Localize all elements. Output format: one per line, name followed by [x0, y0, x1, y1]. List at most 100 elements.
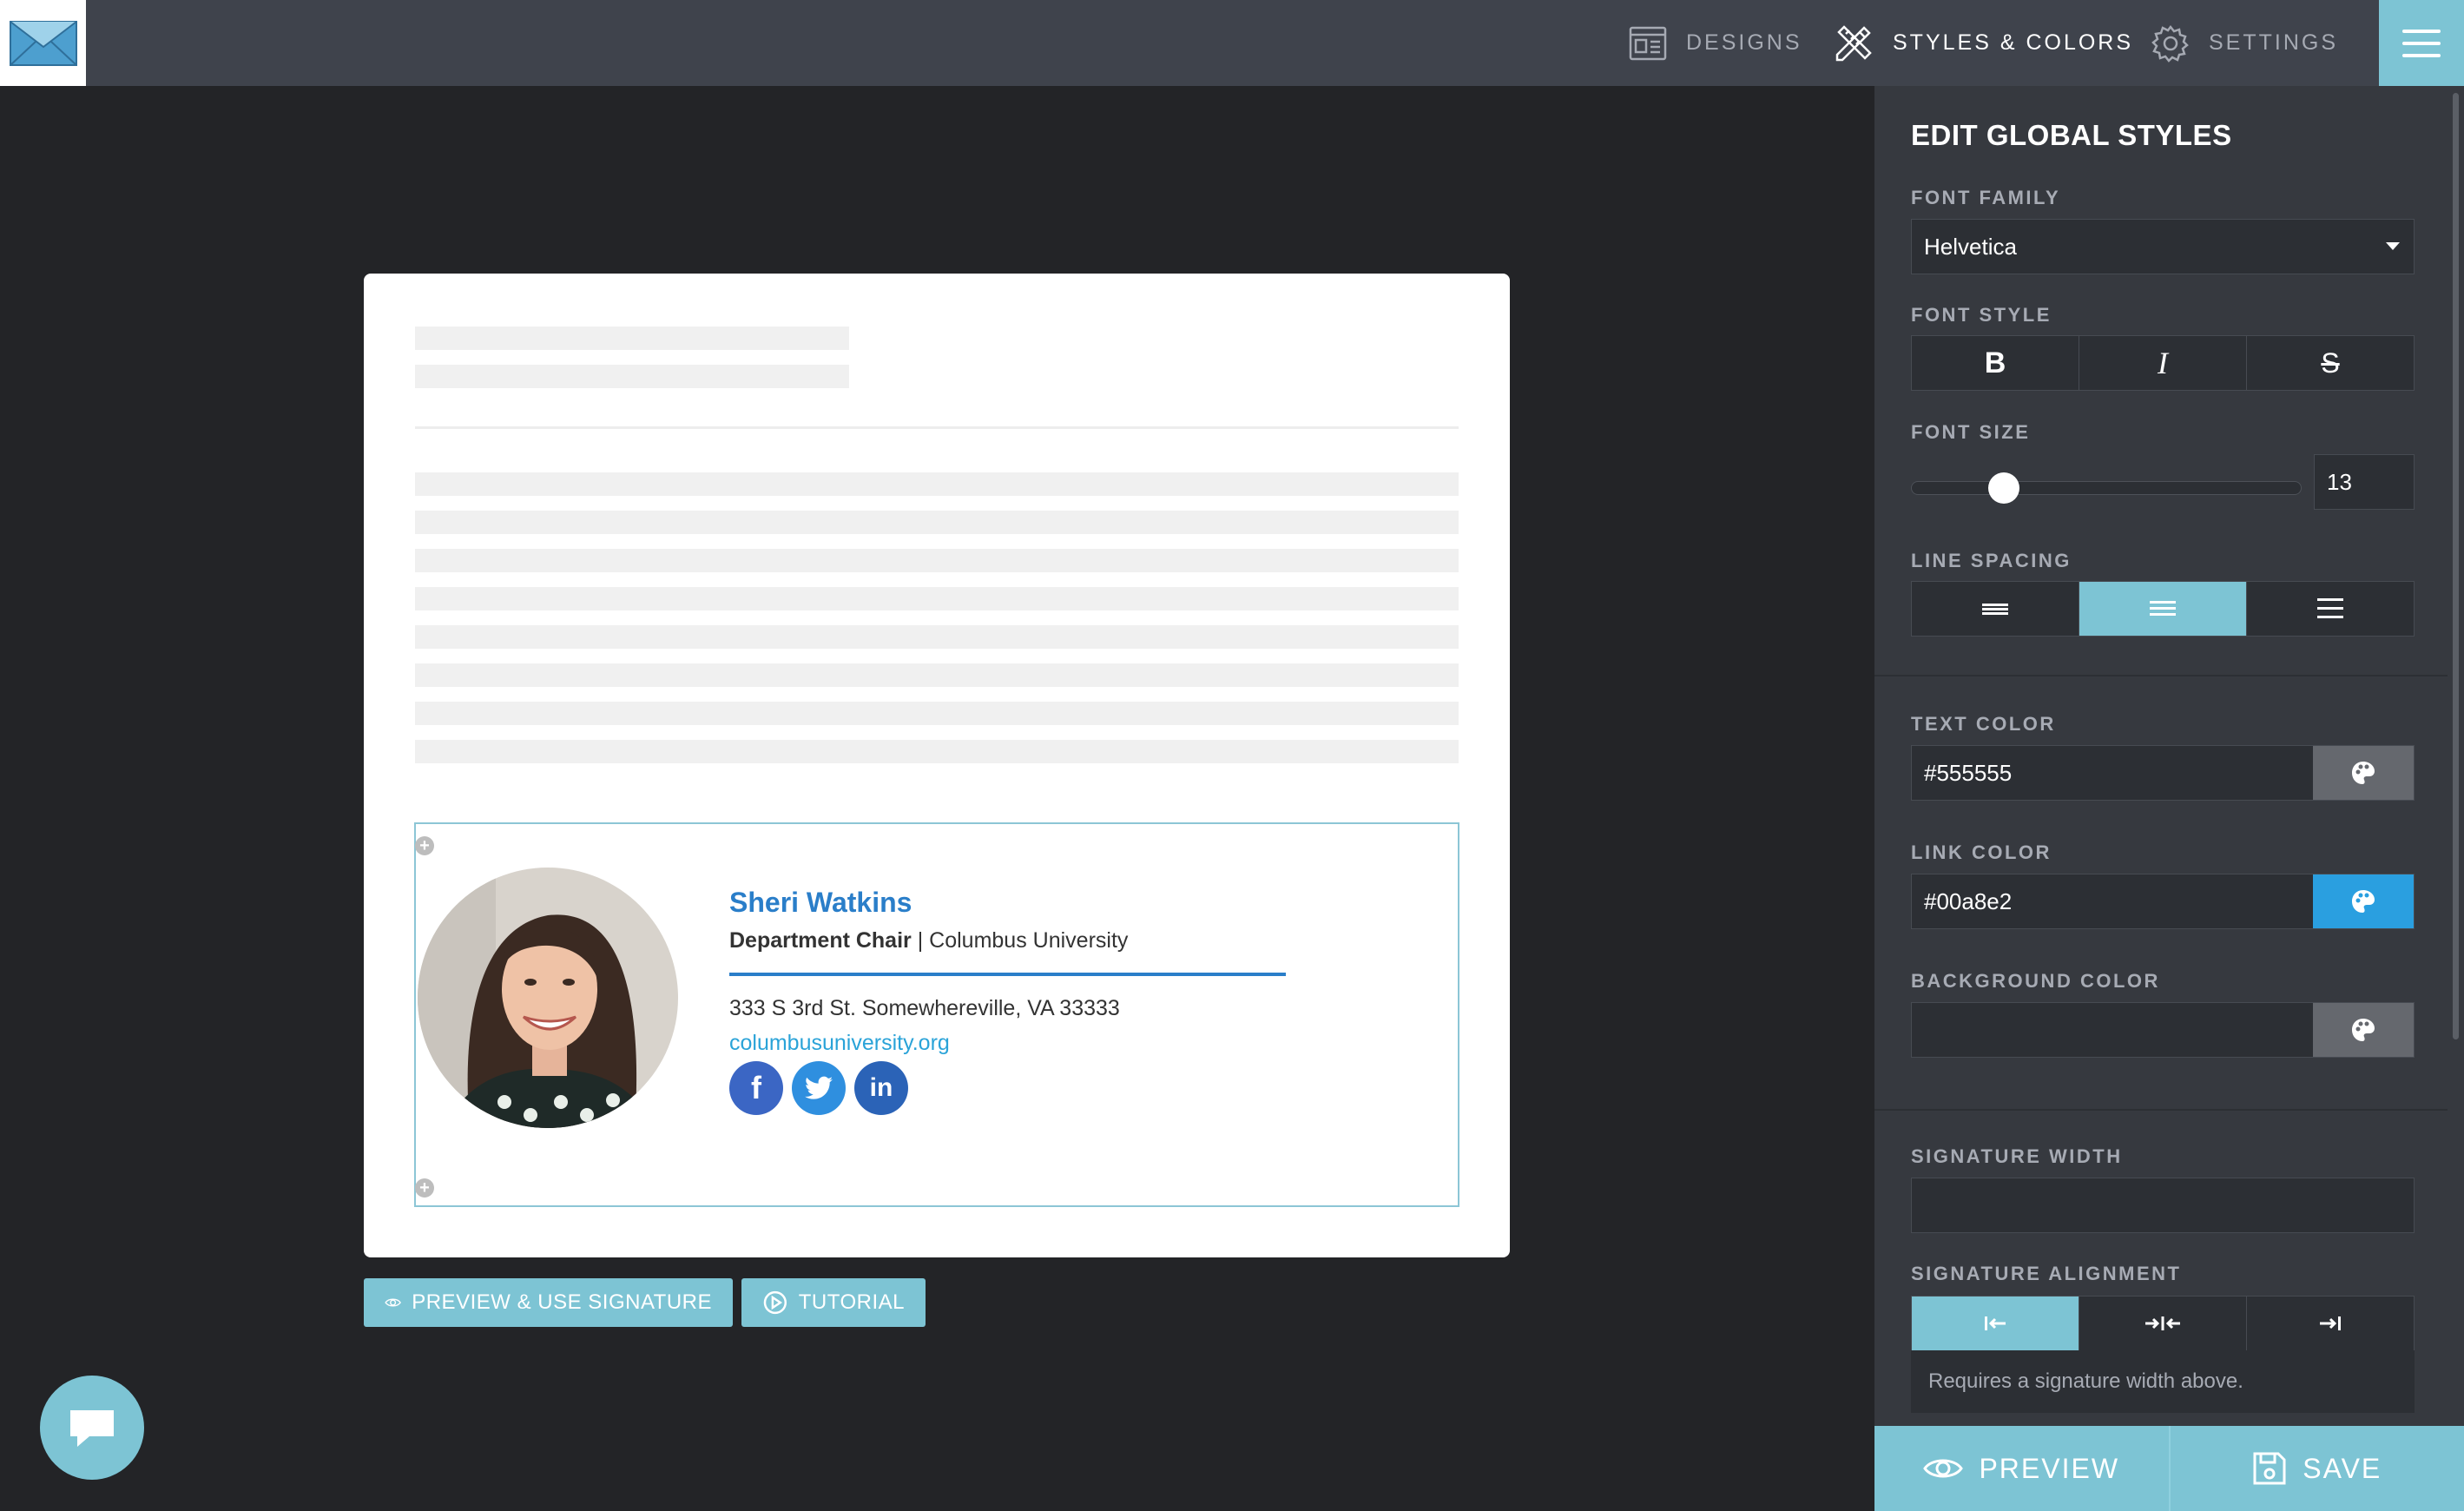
signature-width-input[interactable] — [1911, 1178, 2415, 1233]
link-color-field: #00a8e2 — [1911, 874, 2415, 929]
background-color-input[interactable] — [1912, 1003, 2313, 1057]
align-right-icon — [2320, 1316, 2341, 1330]
chat-icon — [70, 1410, 114, 1447]
edit-styles-panel: EDIT GLOBAL STYLES FONT FAMILY Helvetica… — [1874, 86, 2464, 1511]
background-color-field — [1911, 1002, 2415, 1058]
line-spacing-group — [1911, 581, 2415, 637]
signature-alignment-label: SIGNATURE ALIGNMENT — [1911, 1263, 2182, 1284]
app-logo[interactable] — [0, 0, 86, 86]
chat-support-button[interactable] — [40, 1376, 144, 1480]
bold-button[interactable]: B — [1912, 336, 2079, 390]
text-color-picker-button[interactable] — [2313, 746, 2414, 800]
line-spacing-medium-icon — [2150, 601, 2176, 616]
align-center-icon — [2145, 1316, 2180, 1330]
placeholder-line — [415, 587, 1459, 610]
linkedin-icon[interactable]: in — [854, 1061, 908, 1115]
layout-icon — [1629, 26, 1667, 60]
preview-use-signature-label: PREVIEW & USE SIGNATURE — [412, 1290, 712, 1314]
tutorial-button[interactable]: TUTORIAL — [741, 1278, 926, 1327]
font-family-value: Helvetica — [1924, 233, 2017, 260]
preview-label: PREVIEW — [1979, 1452, 2120, 1484]
text-color-label: TEXT COLOR — [1911, 713, 2056, 735]
placeholder-line — [415, 365, 849, 388]
twitter-icon[interactable] — [792, 1061, 846, 1115]
nav-styles-colors[interactable]: STYLES & COLORS — [1834, 0, 2133, 86]
italic-icon: I — [2158, 346, 2168, 380]
play-circle-icon — [763, 1290, 787, 1315]
facebook-icon[interactable]: f — [729, 1061, 783, 1115]
add-row-bottom-icon[interactable]: + — [415, 1178, 434, 1198]
eye-icon — [1923, 1459, 1964, 1478]
placeholder-line — [415, 663, 1459, 687]
signature-organization: Columbus University — [929, 928, 1129, 953]
palette-icon — [2352, 890, 2375, 913]
line-spacing-label: LINE SPACING — [1911, 550, 2072, 571]
line-spacing-loose-icon — [2317, 598, 2343, 618]
text-color-field: #555555 — [1911, 745, 2415, 801]
signature-title: Department Chair — [729, 928, 912, 953]
line-spacing-medium-button[interactable] — [2079, 582, 2247, 636]
menu-bar — [2402, 29, 2441, 33]
eye-icon — [385, 1298, 401, 1307]
save-button[interactable]: SAVE — [2170, 1426, 2464, 1511]
placeholder-line — [415, 702, 1459, 725]
preview-use-signature-button[interactable]: PREVIEW & USE SIGNATURE — [364, 1278, 733, 1327]
align-right-button[interactable] — [2247, 1297, 2414, 1350]
font-size-input[interactable]: 13 — [2314, 454, 2415, 510]
strikethrough-button[interactable]: S — [2247, 336, 2414, 390]
font-size-label: FONT SIZE — [1911, 421, 2031, 443]
signature-name: Sheri Watkins — [729, 887, 912, 918]
signature-divider — [729, 973, 1286, 976]
menu-bar — [2402, 53, 2441, 57]
nav-settings-label: SETTINGS — [2209, 30, 2339, 55]
panel-footer: PREVIEW SAVE — [1874, 1426, 2464, 1511]
link-color-input[interactable]: #00a8e2 — [1912, 874, 2313, 928]
nav-styles-colors-label: STYLES & COLORS — [1893, 30, 2134, 55]
panel-scrollbar[interactable] — [2453, 93, 2459, 1039]
font-size-slider-handle[interactable] — [1988, 472, 2019, 504]
signature-website-link[interactable]: columbusuniversity.org — [729, 1031, 950, 1056]
caret-down-icon — [2386, 242, 2400, 250]
nav-designs[interactable]: DESIGNS — [1629, 0, 1802, 86]
link-color-picker-button[interactable] — [2313, 874, 2414, 928]
signature-alignment-group — [1911, 1296, 2415, 1351]
text-color-input[interactable]: #555555 — [1912, 746, 2313, 800]
font-size-slider[interactable] — [1911, 472, 2302, 504]
gear-icon — [2151, 24, 2189, 63]
menu-bar — [2402, 41, 2441, 45]
panel-divider — [1874, 1109, 2448, 1111]
save-label: SAVE — [2303, 1452, 2382, 1484]
design-tools-icon — [1835, 24, 1872, 61]
font-style-group: B I S — [1911, 335, 2415, 391]
envelope-icon — [9, 20, 77, 66]
align-center-button[interactable] — [2079, 1297, 2247, 1350]
avatar[interactable] — [418, 868, 678, 1128]
background-color-picker-button[interactable] — [2313, 1003, 2414, 1057]
nav-settings[interactable]: SETTINGS — [2151, 0, 2338, 86]
signature-address: 333 S 3rd St. Somewhereville, VA 33333 — [729, 996, 1120, 1020]
line-spacing-loose-button[interactable] — [2247, 582, 2414, 636]
signature-separator: | — [911, 928, 930, 953]
signature-width-label: SIGNATURE WIDTH — [1911, 1145, 2123, 1167]
placeholder-line — [415, 472, 1459, 496]
align-left-icon — [1985, 1316, 2006, 1330]
palette-icon — [2352, 762, 2375, 784]
font-style-label: FONT STYLE — [1911, 304, 2052, 326]
hamburger-menu-button[interactable] — [2379, 0, 2464, 86]
font-family-select[interactable]: Helvetica — [1911, 219, 2415, 274]
floppy-disk-icon — [2253, 1452, 2286, 1485]
preview-button[interactable]: PREVIEW — [1874, 1426, 2171, 1511]
palette-icon — [2352, 1019, 2375, 1041]
signature-block[interactable]: + + Sheri Watkins Department Chair | Col… — [414, 822, 1459, 1207]
line-spacing-tight-button[interactable] — [1912, 582, 2079, 636]
link-color-label: LINK COLOR — [1911, 841, 2052, 863]
placeholder-line — [415, 549, 1459, 572]
placeholder-line — [415, 327, 849, 350]
background-color-label: BACKGROUND COLOR — [1911, 970, 2160, 992]
align-left-button[interactable] — [1912, 1297, 2079, 1350]
email-preview-card: + + Sheri Watkins Department Chair | Col… — [364, 274, 1510, 1257]
italic-button[interactable]: I — [2079, 336, 2247, 390]
panel-title: EDIT GLOBAL STYLES — [1911, 119, 2232, 151]
tutorial-label: TUTORIAL — [798, 1290, 905, 1314]
add-row-top-icon[interactable]: + — [415, 836, 434, 855]
